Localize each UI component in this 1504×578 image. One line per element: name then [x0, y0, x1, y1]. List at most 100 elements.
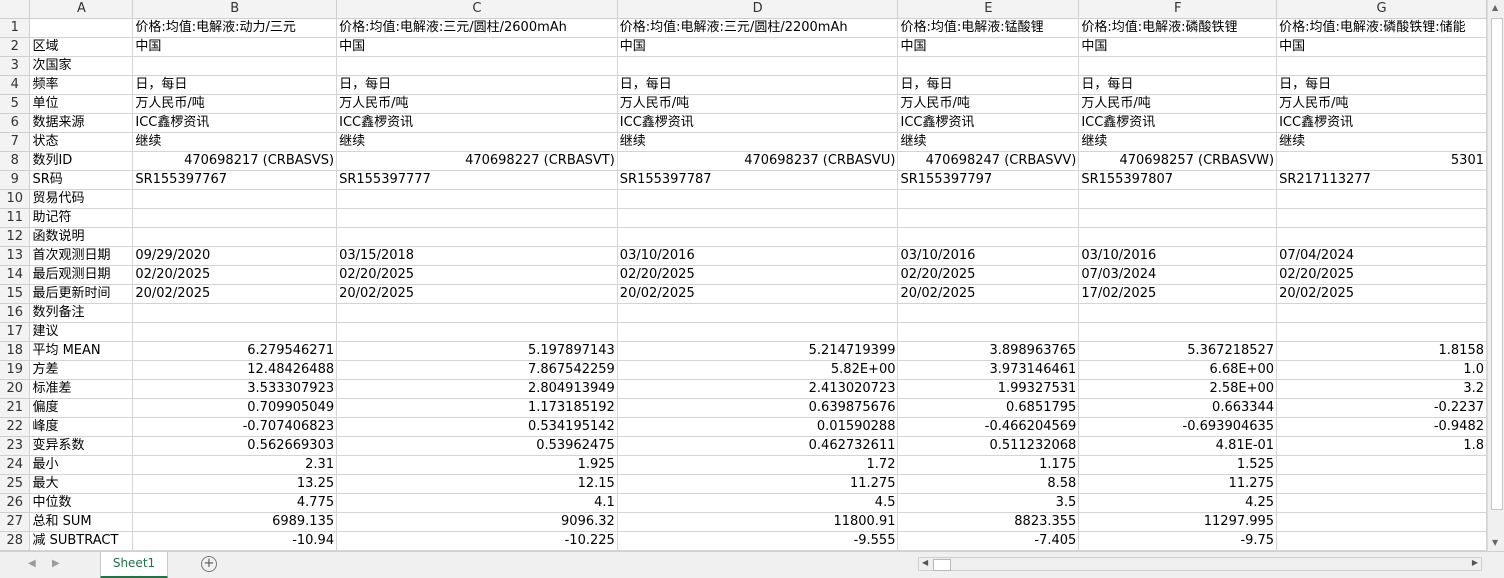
cell-e6[interactable]: ICC鑫椤资讯 — [897, 113, 1080, 133]
row-header[interactable]: 10 — [0, 189, 31, 209]
cell-e13[interactable]: 03/10/2016 — [897, 246, 1080, 266]
cell-g1[interactable]: 价格:均值:电解液:磷酸铁锂:储能 — [1276, 18, 1487, 38]
cell-a22[interactable]: 峰度 — [29, 417, 134, 437]
cell-g23[interactable]: 1.8 — [1276, 436, 1487, 456]
cell-c5[interactable]: 万人民币/吨 — [336, 94, 618, 114]
cell-b17[interactable] — [132, 322, 338, 342]
cell-d26[interactable]: 4.5 — [617, 493, 899, 513]
cell-b22[interactable]: -0.707406823 — [132, 417, 338, 437]
cell-a28[interactable]: 减 SUBTRACT — [29, 531, 134, 551]
cell-c4[interactable]: 日，每日 — [336, 75, 618, 95]
cell-b4[interactable]: 日，每日 — [132, 75, 338, 95]
row-header[interactable]: 19 — [0, 360, 31, 380]
cell-f15[interactable]: 17/02/2025 — [1078, 284, 1278, 304]
cell-b1[interactable]: 价格:均值:电解液:动力/三元 — [132, 18, 338, 38]
cell-g6[interactable]: ICC鑫椤资讯 — [1276, 113, 1487, 133]
cell-d27[interactable]: 11800.91 — [617, 512, 899, 532]
sheet-tab-sheet1[interactable]: Sheet1 — [100, 552, 168, 578]
cell-d21[interactable]: 0.639875676 — [617, 398, 899, 418]
cell-c9[interactable]: SR155397777 — [336, 170, 618, 190]
cell-f22[interactable]: -0.693904635 — [1078, 417, 1278, 437]
cell-g9[interactable]: SR217113277 — [1276, 170, 1487, 190]
cell-a27[interactable]: 总和 SUM — [29, 512, 134, 532]
select-all-corner[interactable] — [0, 0, 31, 19]
cell-c17[interactable] — [336, 322, 618, 342]
cell-d10[interactable] — [617, 189, 899, 209]
cell-g24[interactable] — [1276, 455, 1487, 475]
row-header[interactable]: 9 — [0, 170, 31, 190]
cell-c20[interactable]: 2.804913949 — [336, 379, 618, 399]
cell-g27[interactable] — [1276, 512, 1487, 532]
cell-a5[interactable]: 单位 — [29, 94, 134, 114]
cell-a3[interactable]: 次国家 — [29, 56, 134, 76]
horizontal-scrollbar[interactable]: ◀ ▶ — [918, 557, 1482, 571]
cell-d23[interactable]: 0.462732611 — [617, 436, 899, 456]
cell-a4[interactable]: 频率 — [29, 75, 134, 95]
cell-e17[interactable] — [897, 322, 1080, 342]
cell-c1[interactable]: 价格:均值:电解液:三元/圆柱/2600mAh — [336, 18, 618, 38]
cell-e12[interactable] — [897, 227, 1080, 247]
cell-f28[interactable]: -9.75 — [1078, 531, 1278, 551]
cell-f10[interactable] — [1078, 189, 1278, 209]
row-header[interactable]: 11 — [0, 208, 31, 228]
row-header[interactable]: 16 — [0, 303, 31, 323]
vertical-scroll-thumb[interactable] — [1491, 18, 1503, 510]
cell-a6[interactable]: 数据来源 — [29, 113, 134, 133]
cell-f16[interactable] — [1078, 303, 1278, 323]
cell-e28[interactable]: -7.405 — [897, 531, 1080, 551]
cell-a18[interactable]: 平均 MEAN — [29, 341, 134, 361]
cell-b15[interactable]: 20/02/2025 — [132, 284, 338, 304]
cell-a26[interactable]: 中位数 — [29, 493, 134, 513]
cell-c15[interactable]: 20/02/2025 — [336, 284, 618, 304]
cell-d25[interactable]: 11.275 — [617, 474, 899, 494]
cell-g25[interactable] — [1276, 474, 1487, 494]
cell-c27[interactable]: 9096.32 — [336, 512, 618, 532]
column-header-c[interactable]: C — [336, 0, 618, 19]
cell-d3[interactable] — [617, 56, 899, 76]
cell-f8[interactable]: 470698257 (CRBASVW) — [1078, 151, 1278, 171]
column-header-f[interactable]: F — [1078, 0, 1278, 19]
cell-f26[interactable]: 4.25 — [1078, 493, 1278, 513]
cell-e8[interactable]: 470698247 (CRBASVV) — [897, 151, 1080, 171]
row-header[interactable]: 18 — [0, 341, 31, 361]
cell-b2[interactable]: 中国 — [132, 37, 338, 57]
cell-g4[interactable]: 日，每日 — [1276, 75, 1487, 95]
cell-f1[interactable]: 价格:均值:电解液:磷酸铁锂 — [1078, 18, 1278, 38]
cell-c23[interactable]: 0.53962475 — [336, 436, 618, 456]
cell-e22[interactable]: -0.466204569 — [897, 417, 1080, 437]
cell-c12[interactable] — [336, 227, 618, 247]
cell-e7[interactable]: 继续 — [897, 132, 1080, 152]
cell-b12[interactable] — [132, 227, 338, 247]
row-header[interactable]: 24 — [0, 455, 31, 475]
cell-d11[interactable] — [617, 208, 899, 228]
cell-b24[interactable]: 2.31 — [132, 455, 338, 475]
row-header[interactable]: 8 — [0, 151, 31, 171]
cell-g26[interactable] — [1276, 493, 1487, 513]
cell-a25[interactable]: 最大 — [29, 474, 134, 494]
cell-f3[interactable] — [1078, 56, 1278, 76]
next-sheet-arrow-icon[interactable]: ▶ — [52, 558, 60, 569]
cell-a16[interactable]: 数列备注 — [29, 303, 134, 323]
cell-e9[interactable]: SR155397797 — [897, 170, 1080, 190]
cell-e27[interactable]: 8823.355 — [897, 512, 1080, 532]
cell-c7[interactable]: 继续 — [336, 132, 618, 152]
cell-e19[interactable]: 3.973146461 — [897, 360, 1080, 380]
cell-e4[interactable]: 日，每日 — [897, 75, 1080, 95]
cell-e20[interactable]: 1.99327531 — [897, 379, 1080, 399]
row-header[interactable]: 23 — [0, 436, 31, 456]
cell-g17[interactable] — [1276, 322, 1487, 342]
cell-d1[interactable]: 价格:均值:电解液:三元/圆柱/2200mAh — [617, 18, 899, 38]
row-header[interactable]: 17 — [0, 322, 31, 342]
cell-d15[interactable]: 20/02/2025 — [617, 284, 899, 304]
cell-b9[interactable]: SR155397767 — [132, 170, 338, 190]
cell-b8[interactable]: 470698217 (CRBASVS) — [132, 151, 338, 171]
cell-b27[interactable]: 6989.135 — [132, 512, 338, 532]
cell-d9[interactable]: SR155397787 — [617, 170, 899, 190]
cell-g5[interactable]: 万人民币/吨 — [1276, 94, 1487, 114]
cell-c2[interactable]: 中国 — [336, 37, 618, 57]
cell-b23[interactable]: 0.562669303 — [132, 436, 338, 456]
cell-f4[interactable]: 日，每日 — [1078, 75, 1278, 95]
cell-g8[interactable]: 5301 — [1276, 151, 1487, 171]
cell-e16[interactable] — [897, 303, 1080, 323]
cell-g11[interactable] — [1276, 208, 1487, 228]
